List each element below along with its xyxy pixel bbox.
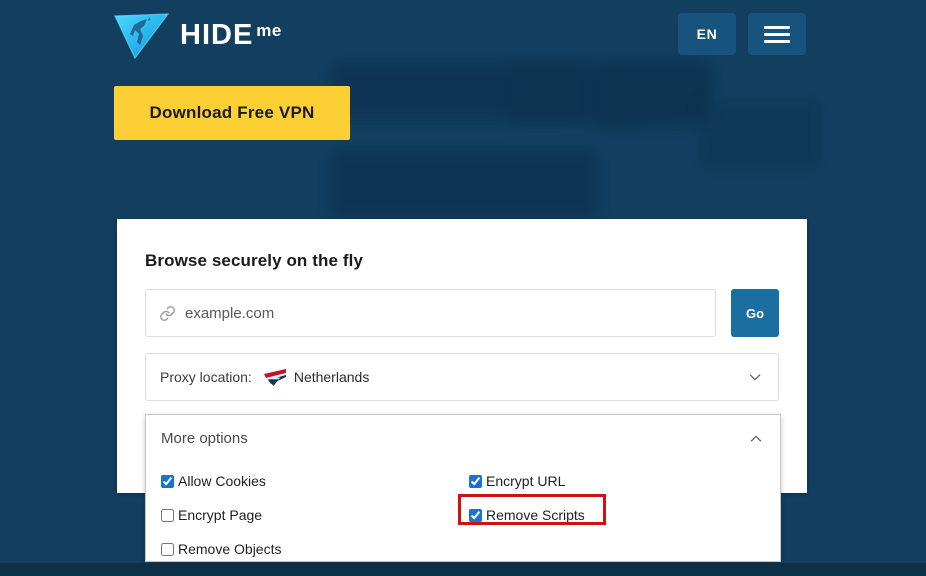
option-encrypt-url[interactable]: Encrypt URL	[469, 470, 569, 492]
background-decoration-shape	[595, 66, 710, 126]
checkbox-encrypt-url[interactable]	[469, 474, 482, 488]
options-grid: Allow Cookies Encrypt URL Encrypt Page R…	[161, 464, 767, 566]
option-label: Allow Cookies	[178, 473, 266, 489]
option-allow-cookies[interactable]: Allow Cookies	[161, 470, 270, 492]
link-icon	[160, 305, 175, 321]
background-decoration-shape	[508, 62, 708, 124]
option-encrypt-page[interactable]: Encrypt Page	[161, 504, 266, 526]
page-root: HIDE me EN Download Free VPN Browse secu…	[0, 0, 926, 576]
site-header: HIDE me EN	[0, 0, 926, 70]
background-decoration-shape	[330, 150, 598, 218]
proxy-location-label: Proxy location:	[160, 369, 252, 385]
url-entry-row: Go	[145, 289, 779, 337]
url-input-wrapper[interactable]	[145, 289, 716, 337]
option-label: Encrypt Page	[178, 507, 263, 523]
more-options-label: More options	[161, 430, 248, 447]
brand-name-secondary: me	[256, 21, 282, 40]
checkbox-encrypt-page[interactable]	[161, 508, 174, 522]
option-label: Remove Objects	[178, 541, 282, 557]
background-decoration-shape	[700, 100, 820, 170]
option-remove-objects[interactable]: Remove Objects	[161, 538, 285, 560]
option-label: Encrypt URL	[486, 473, 566, 489]
more-options-panel: More options Allow Cookies Encrypt URL E…	[145, 414, 781, 562]
chevron-up-icon[interactable]	[748, 431, 764, 447]
url-input[interactable]	[185, 290, 715, 336]
checkbox-remove-scripts[interactable]	[469, 508, 482, 522]
brand-wordmark: HIDE me	[180, 20, 282, 50]
netherlands-flag-icon	[263, 369, 286, 386]
bottom-strip	[0, 563, 926, 576]
brand-name-primary: HIDE	[180, 19, 254, 51]
option-label: Remove Scripts	[486, 507, 585, 523]
proxy-location-selector[interactable]: Proxy location: Netherlands	[145, 353, 779, 401]
hamburger-menu-icon	[764, 25, 790, 43]
proxy-location-value: Netherlands	[293, 369, 370, 385]
page-title: Browse securely on the fly	[145, 251, 364, 270]
download-free-vpn-button[interactable]: Download Free VPN	[114, 86, 350, 140]
go-button[interactable]: Go	[731, 289, 779, 337]
background-decoration-shape	[330, 62, 580, 120]
language-button[interactable]: EN	[678, 13, 736, 55]
menu-button[interactable]	[748, 13, 806, 55]
option-remove-scripts[interactable]: Remove Scripts	[469, 504, 589, 526]
checkbox-allow-cookies[interactable]	[161, 474, 174, 488]
hideme-triangle-logo-icon	[114, 13, 170, 60]
more-options-toggle[interactable]: More options	[146, 415, 780, 462]
checkbox-remove-objects[interactable]	[161, 542, 174, 556]
chevron-down-icon[interactable]	[747, 369, 763, 385]
brand-logo-link[interactable]: HIDE me	[113, 7, 282, 63]
